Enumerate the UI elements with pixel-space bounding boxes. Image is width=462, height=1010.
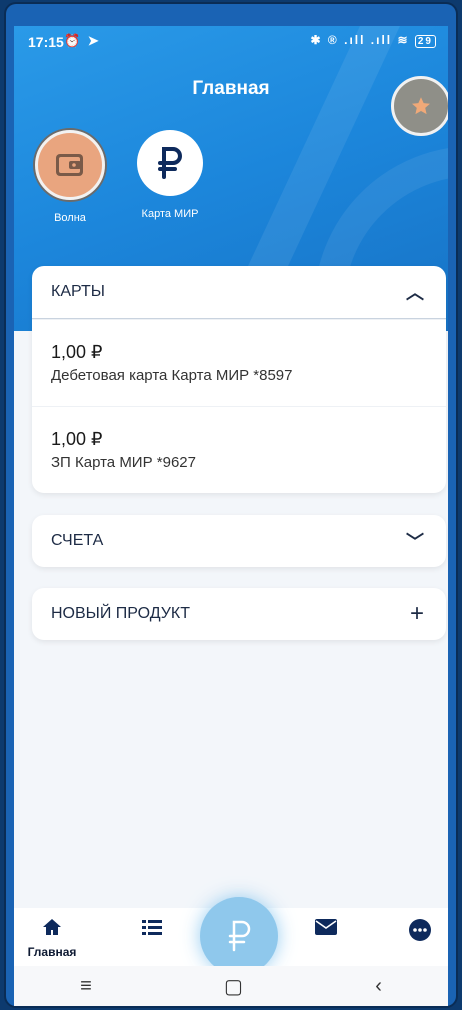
status-right-icons: ✱ ® .ıll .ıll ≋ 29	[311, 33, 436, 48]
battery-icon: 29	[414, 35, 436, 48]
wallet-icon	[56, 154, 83, 176]
new-product-section[interactable]: НОВЫЙ ПРОДУКТ +	[32, 588, 446, 640]
nav-home-label: Главная	[27, 945, 77, 959]
chevron-down-icon[interactable]: ﹀	[406, 528, 424, 554]
home-system-icon[interactable]: ▢	[224, 974, 243, 999]
new-product-title: НОВЫЙ ПРОДУКТ	[51, 605, 190, 622]
nav-home[interactable]: Главная	[22, 918, 82, 959]
ruble-button[interactable]	[137, 130, 203, 196]
quick-action-karta-mir[interactable]: Карта МИР	[130, 130, 210, 220]
app-screen: 17:15 ⏰ ➤ ✱ ® .ıll .ıll ≋ 29 Главная Вол…	[14, 26, 448, 1006]
mail-icon	[315, 919, 337, 935]
status-bar: 17:15 ⏰ ➤ ✱ ® .ıll .ıll ≋ 29	[14, 26, 448, 56]
ruble-icon	[228, 920, 251, 952]
signal-icons: ✱ ® .ıll .ıll	[310, 33, 393, 47]
list-icon	[142, 920, 162, 935]
quick-action-volna[interactable]: Волна	[30, 130, 110, 224]
ruble-icon	[158, 147, 182, 179]
recents-icon[interactable]: ≡	[80, 975, 92, 998]
payments-fab-button[interactable]	[200, 897, 278, 975]
star-icon	[412, 97, 430, 115]
accounts-section-title: СЧЕТА	[51, 532, 104, 549]
page-title: Главная	[192, 78, 270, 99]
back-icon[interactable]: ‹	[375, 975, 382, 998]
nav-messages[interactable]	[296, 918, 356, 941]
nav-list[interactable]	[122, 918, 182, 941]
favorites-button[interactable]	[391, 76, 448, 136]
cards-section-header[interactable]: КАРТЫ ︿	[32, 266, 446, 318]
new-product-header[interactable]: НОВЫЙ ПРОДУКТ +	[32, 588, 446, 640]
card-row[interactable]: 1,00 ₽ ЗП Карта МИР *9627	[32, 406, 446, 493]
card-name: ЗП Карта МИР *9627	[51, 454, 196, 471]
quick-action-label: Волна	[54, 212, 86, 224]
quick-action-label: Карта МИР	[141, 208, 199, 220]
nav-more[interactable]	[390, 918, 448, 947]
card-name: Дебетовая карта Карта МИР *8597	[51, 367, 293, 384]
cards-section: КАРТЫ ︿ 1,00 ₽ Дебетовая карта Карта МИР…	[32, 266, 446, 493]
system-nav-bar: ≡ ▢ ‹	[14, 966, 448, 1006]
plus-icon[interactable]: +	[410, 600, 424, 628]
card-amount: 1,00 ₽	[51, 429, 103, 449]
status-time: 17:15	[28, 34, 64, 50]
device-frame: 17:15 ⏰ ➤ ✱ ® .ıll .ıll ≋ 29 Главная Вол…	[6, 4, 456, 1006]
chevron-up-icon[interactable]: ︿	[406, 279, 424, 305]
cards-section-title: КАРТЫ	[51, 283, 105, 300]
accounts-section-header[interactable]: СЧЕТА ﹀	[32, 515, 446, 567]
card-amount: 1,00 ₽	[51, 342, 103, 362]
home-icon	[43, 919, 61, 935]
wallet-button[interactable]	[35, 130, 105, 200]
card-row[interactable]: 1,00 ₽ Дебетовая карта Карта МИР *8597	[32, 319, 446, 406]
more-icon	[409, 919, 431, 941]
accounts-section[interactable]: СЧЕТА ﹀	[32, 515, 446, 567]
status-left-icons: ⏰ ➤	[64, 33, 101, 48]
wifi-icon: ≋	[397, 33, 410, 47]
